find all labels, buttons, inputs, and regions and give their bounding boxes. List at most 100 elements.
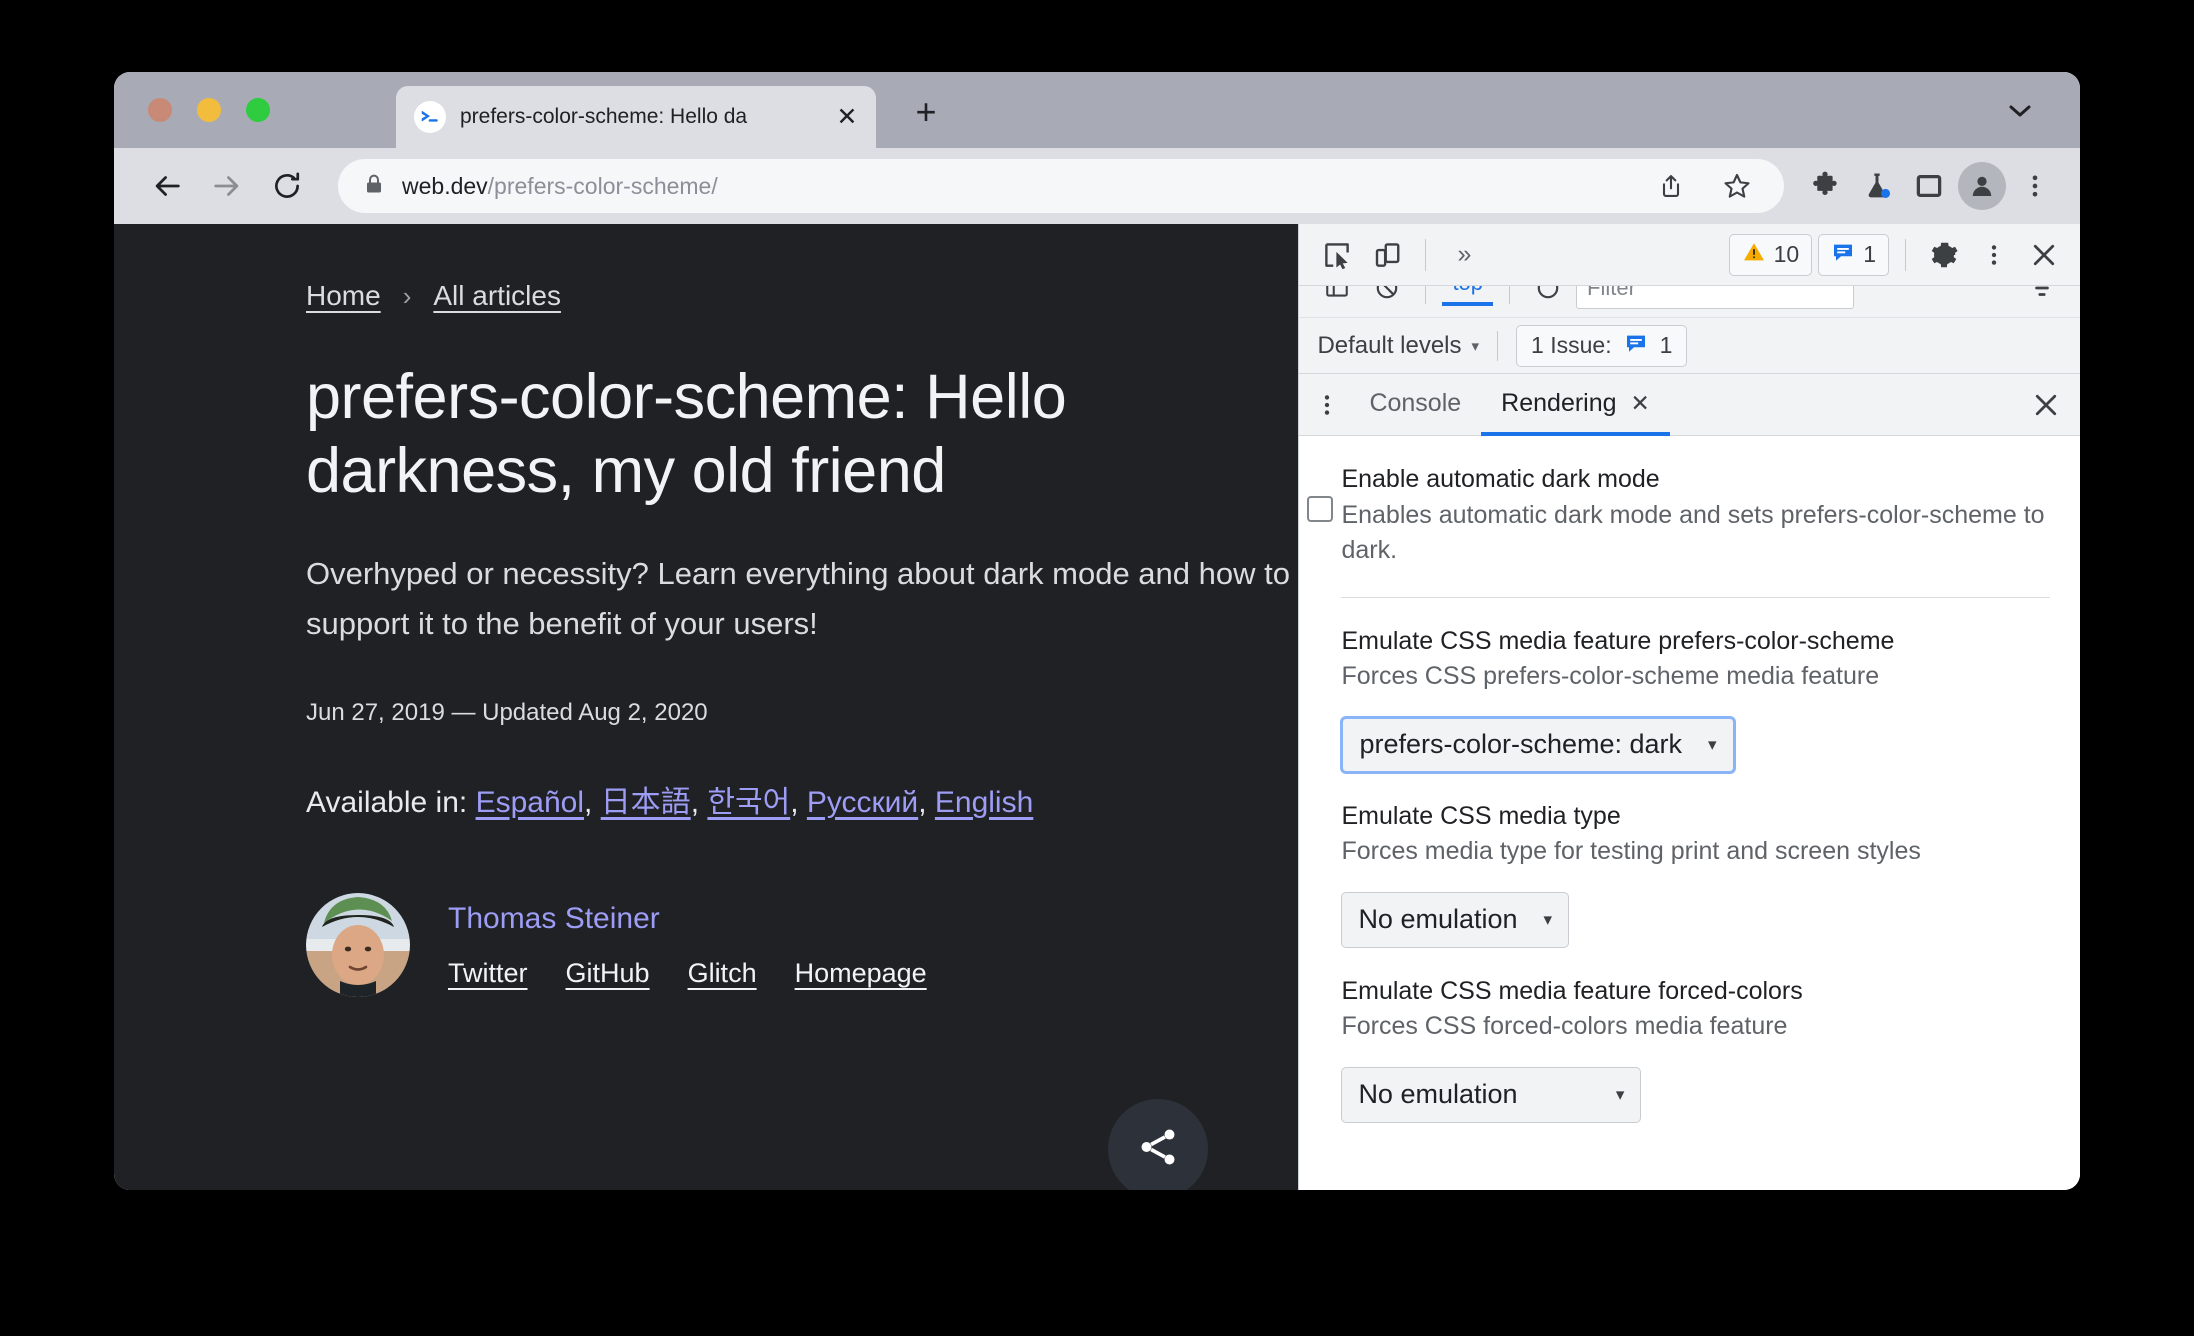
available-in-label: Available in:	[306, 786, 468, 820]
tab-close-button[interactable]: ✕	[832, 102, 862, 132]
chevron-down-icon: ▾	[1708, 734, 1717, 754]
prefers-color-scheme-select[interactable]: prefers-color-scheme: dark ▾	[1341, 716, 1735, 773]
setting-forced-colors: Emulate CSS media feature forced-colors …	[1299, 974, 2080, 1123]
setting-title: Emulate CSS media feature prefers-color-…	[1341, 626, 1895, 655]
share-fab-button[interactable]	[1108, 1099, 1209, 1190]
automatic-dark-mode-checkbox[interactable]	[1307, 496, 1334, 522]
tab-rendering-close-button[interactable]: ✕	[1631, 390, 1650, 417]
setting-description: Enables automatic dark mode and sets pre…	[1341, 500, 2045, 565]
more-panels-button[interactable]: »	[1442, 233, 1486, 277]
tab-title: prefers-color-scheme: Hello da	[460, 105, 748, 128]
console-sidebar-icon[interactable]	[1315, 286, 1359, 310]
forced-colors-select[interactable]: No emulation ▾	[1341, 1066, 1642, 1123]
tab-console-label: Console	[1369, 388, 1462, 417]
share-icon	[1135, 1124, 1181, 1175]
minimize-window-button[interactable]	[197, 98, 221, 122]
warning-triangle-icon	[1742, 240, 1766, 270]
device-toolbar-icon[interactable]	[1365, 233, 1409, 277]
language-link-ko[interactable]: 한국어	[707, 786, 790, 819]
page-description: Overhyped or necessity? Learn everything…	[306, 555, 1290, 641]
console-levels-row: Default levels ▾ 1 Issue: 1	[1299, 318, 2080, 374]
forward-button[interactable]	[200, 159, 254, 213]
avatar	[306, 893, 410, 998]
address-bar: web.dev/prefers-color-scheme/	[114, 148, 2080, 224]
tab-console[interactable]: Console	[1349, 374, 1481, 436]
lang-comma-3: ,	[790, 786, 799, 820]
chevron-down-icon[interactable]	[2000, 96, 2040, 126]
inspect-element-icon[interactable]	[1315, 233, 1359, 277]
side-panel-icon[interactable]	[1906, 163, 1952, 209]
experiments-flask-icon[interactable]	[1854, 163, 1900, 209]
language-link-ja[interactable]: 日本語	[601, 786, 691, 819]
levels-divider	[1497, 330, 1499, 361]
media-type-select[interactable]: No emulation ▾	[1341, 891, 1570, 948]
forced-colors-value: No emulation	[1358, 1079, 1518, 1109]
default-levels-dropdown[interactable]: Default levels ▾	[1317, 332, 1479, 360]
issues-summary-chip[interactable]: 1 Issue: 1	[1516, 324, 1688, 367]
default-levels-label: Default levels	[1317, 331, 1462, 359]
breadcrumb-home-link[interactable]: Home	[306, 280, 381, 312]
issue-message-icon	[1624, 331, 1648, 361]
new-tab-button[interactable]: +	[904, 90, 948, 134]
chrome-menu-icon[interactable]	[2012, 163, 2058, 209]
warnings-counter[interactable]: 10	[1728, 233, 1813, 276]
author-links: Twitter GitHub Glitch Homepage	[448, 958, 927, 989]
back-button[interactable]	[140, 159, 194, 213]
author-link-homepage[interactable]: Homepage	[795, 958, 927, 989]
close-devtools-icon[interactable]	[2022, 233, 2066, 277]
setting-description: Forces CSS prefers-color-scheme media fe…	[1341, 662, 1880, 690]
warnings-count: 10	[1773, 241, 1800, 267]
close-window-button[interactable]	[148, 98, 172, 122]
console-filter-level-icon[interactable]	[1526, 286, 1570, 310]
console-toolbar-inner: top Filter	[1299, 286, 2080, 317]
console-context-selector[interactable]: top	[1442, 286, 1494, 306]
language-link-en[interactable]: English	[935, 786, 1033, 819]
author-name-link[interactable]: Thomas Steiner	[448, 902, 927, 936]
issues-counter[interactable]: 1	[1818, 233, 1889, 276]
author-link-github[interactable]: GitHub	[566, 958, 650, 989]
reload-button[interactable]	[260, 159, 314, 213]
issues-count: 1	[1863, 241, 1876, 267]
tab-rendering[interactable]: Rendering ✕	[1481, 374, 1670, 436]
more-vertical-icon[interactable]	[1305, 383, 1349, 427]
web-dev-favicon	[414, 101, 446, 133]
language-link-ru[interactable]: Русский	[807, 786, 918, 819]
lang-comma-2: ,	[690, 786, 700, 820]
gear-icon[interactable]	[1922, 233, 1966, 277]
setting-media-type: Emulate CSS media type Forces media type…	[1299, 799, 2080, 948]
url-domain: web.dev	[402, 172, 488, 199]
maximize-window-button[interactable]	[246, 98, 270, 122]
chevron-down-icon: ▾	[1471, 337, 1480, 355]
prefers-color-scheme-value: prefers-color-scheme: dark	[1359, 729, 1683, 759]
url-path: /prefers-color-scheme/	[487, 172, 718, 199]
omnibox[interactable]: web.dev/prefers-color-scheme/	[338, 159, 1784, 213]
author-block: Thomas Steiner Twitter GitHub Glitch Hom…	[306, 893, 1298, 998]
toolbar-divider-2	[1905, 238, 1906, 271]
bookmark-star-icon[interactable]	[1714, 163, 1760, 209]
close-drawer-icon[interactable]	[2024, 383, 2068, 427]
setting-description: Forces media type for testing print and …	[1341, 837, 1921, 865]
tabbar-spacer	[1670, 374, 2024, 435]
extensions-puzzle-icon[interactable]	[1802, 163, 1848, 209]
language-link-es[interactable]: Español	[476, 786, 584, 819]
console-settings-icon[interactable]	[2020, 286, 2064, 310]
console-filter-input[interactable]: Filter	[1576, 286, 1855, 309]
chevron-down-icon: ▾	[1615, 1084, 1625, 1104]
console-toolbar-clipped: top Filter	[1299, 286, 2080, 318]
share-icon[interactable]	[1648, 163, 1694, 209]
devtools-panel: » 10 1 Filter Default levels ▾ 1 Issue: …	[1298, 224, 2080, 1190]
setting-title: Enable automatic dark mode	[1341, 465, 1660, 493]
more-vertical-icon[interactable]	[1972, 233, 2016, 277]
lang-comma-4: ,	[918, 786, 927, 820]
breadcrumb-all-articles-link[interactable]: All articles	[433, 280, 561, 312]
author-link-twitter[interactable]: Twitter	[448, 958, 528, 989]
browser-tab[interactable]: prefers-color-scheme: Hello da ✕	[396, 86, 876, 148]
page-date: Jun 27, 2019 — Updated Aug 2, 2020	[306, 699, 708, 727]
viewport-row: Home › All articles prefers-color-scheme…	[114, 224, 2080, 1190]
profile-avatar-icon[interactable]	[1958, 162, 2006, 210]
clear-console-icon[interactable]	[1365, 286, 1409, 310]
page-title: prefers-color-scheme: Hello darkness, my…	[306, 362, 1067, 507]
issue-label: 1 Issue:	[1531, 332, 1612, 358]
author-link-glitch[interactable]: Glitch	[688, 958, 757, 989]
issue-message-icon	[1831, 240, 1855, 270]
